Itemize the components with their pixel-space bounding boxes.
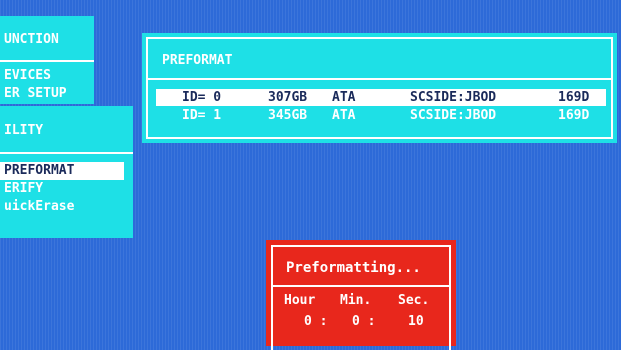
hour-label: Hour xyxy=(284,293,316,308)
status-message: Preformatting... xyxy=(286,260,421,276)
utility-menu-title: ILITY xyxy=(4,123,44,138)
menu-item-verify[interactable]: ERIFY xyxy=(4,181,43,196)
utility-menu-panel: ILITY PREFORMAT ERIFY uickErase xyxy=(0,106,133,238)
preformat-panel-title: PREFORMAT xyxy=(162,53,233,68)
device-id: ID= 0 xyxy=(182,90,222,105)
menu-item-user-setup[interactable]: ER SETUP xyxy=(4,86,67,101)
second-value: 10 xyxy=(408,314,424,329)
device-row[interactable]: ID= 1 345GB ATA SCSIDE:JBOD 169D xyxy=(142,107,617,124)
device-id: ID= 1 xyxy=(182,108,222,123)
device-mode: SCSIDE:JBOD xyxy=(410,108,497,123)
device-size: 307GB xyxy=(268,90,308,105)
menu-item-quickerase[interactable]: uickErase xyxy=(4,199,74,214)
device-cylinders: 169D xyxy=(558,90,590,105)
function-menu-panel: UNCTION EVICES ER SETUP xyxy=(0,16,94,104)
utility-menu-divider xyxy=(0,152,133,154)
hour-value: 0 : xyxy=(304,314,328,329)
device-cylinders: 169D xyxy=(558,108,590,123)
preformatting-dialog: Preformatting... Hour Min. Sec. 0 : 0 : … xyxy=(266,240,456,350)
device-mode: SCSIDE:JBOD xyxy=(410,90,497,105)
preformat-panel-divider xyxy=(148,78,611,80)
function-menu-divider xyxy=(0,60,94,62)
menu-item-preformat[interactable]: PREFORMAT xyxy=(4,163,74,178)
minute-label: Min. xyxy=(340,293,372,308)
function-menu-title: UNCTION xyxy=(4,32,59,47)
device-type: ATA xyxy=(332,90,356,105)
device-size: 345GB xyxy=(268,108,308,123)
menu-item-devices[interactable]: EVICES xyxy=(4,68,51,83)
dialog-divider xyxy=(272,285,450,287)
second-label: Sec. xyxy=(398,293,430,308)
device-type: ATA xyxy=(332,108,356,123)
device-row[interactable]: ID= 0 307GB ATA SCSIDE:JBOD 169D xyxy=(142,89,617,106)
minute-value: 0 : xyxy=(352,314,376,329)
preformat-panel: PREFORMAT ID= 0 307GB ATA SCSIDE:JBOD 16… xyxy=(142,33,617,143)
